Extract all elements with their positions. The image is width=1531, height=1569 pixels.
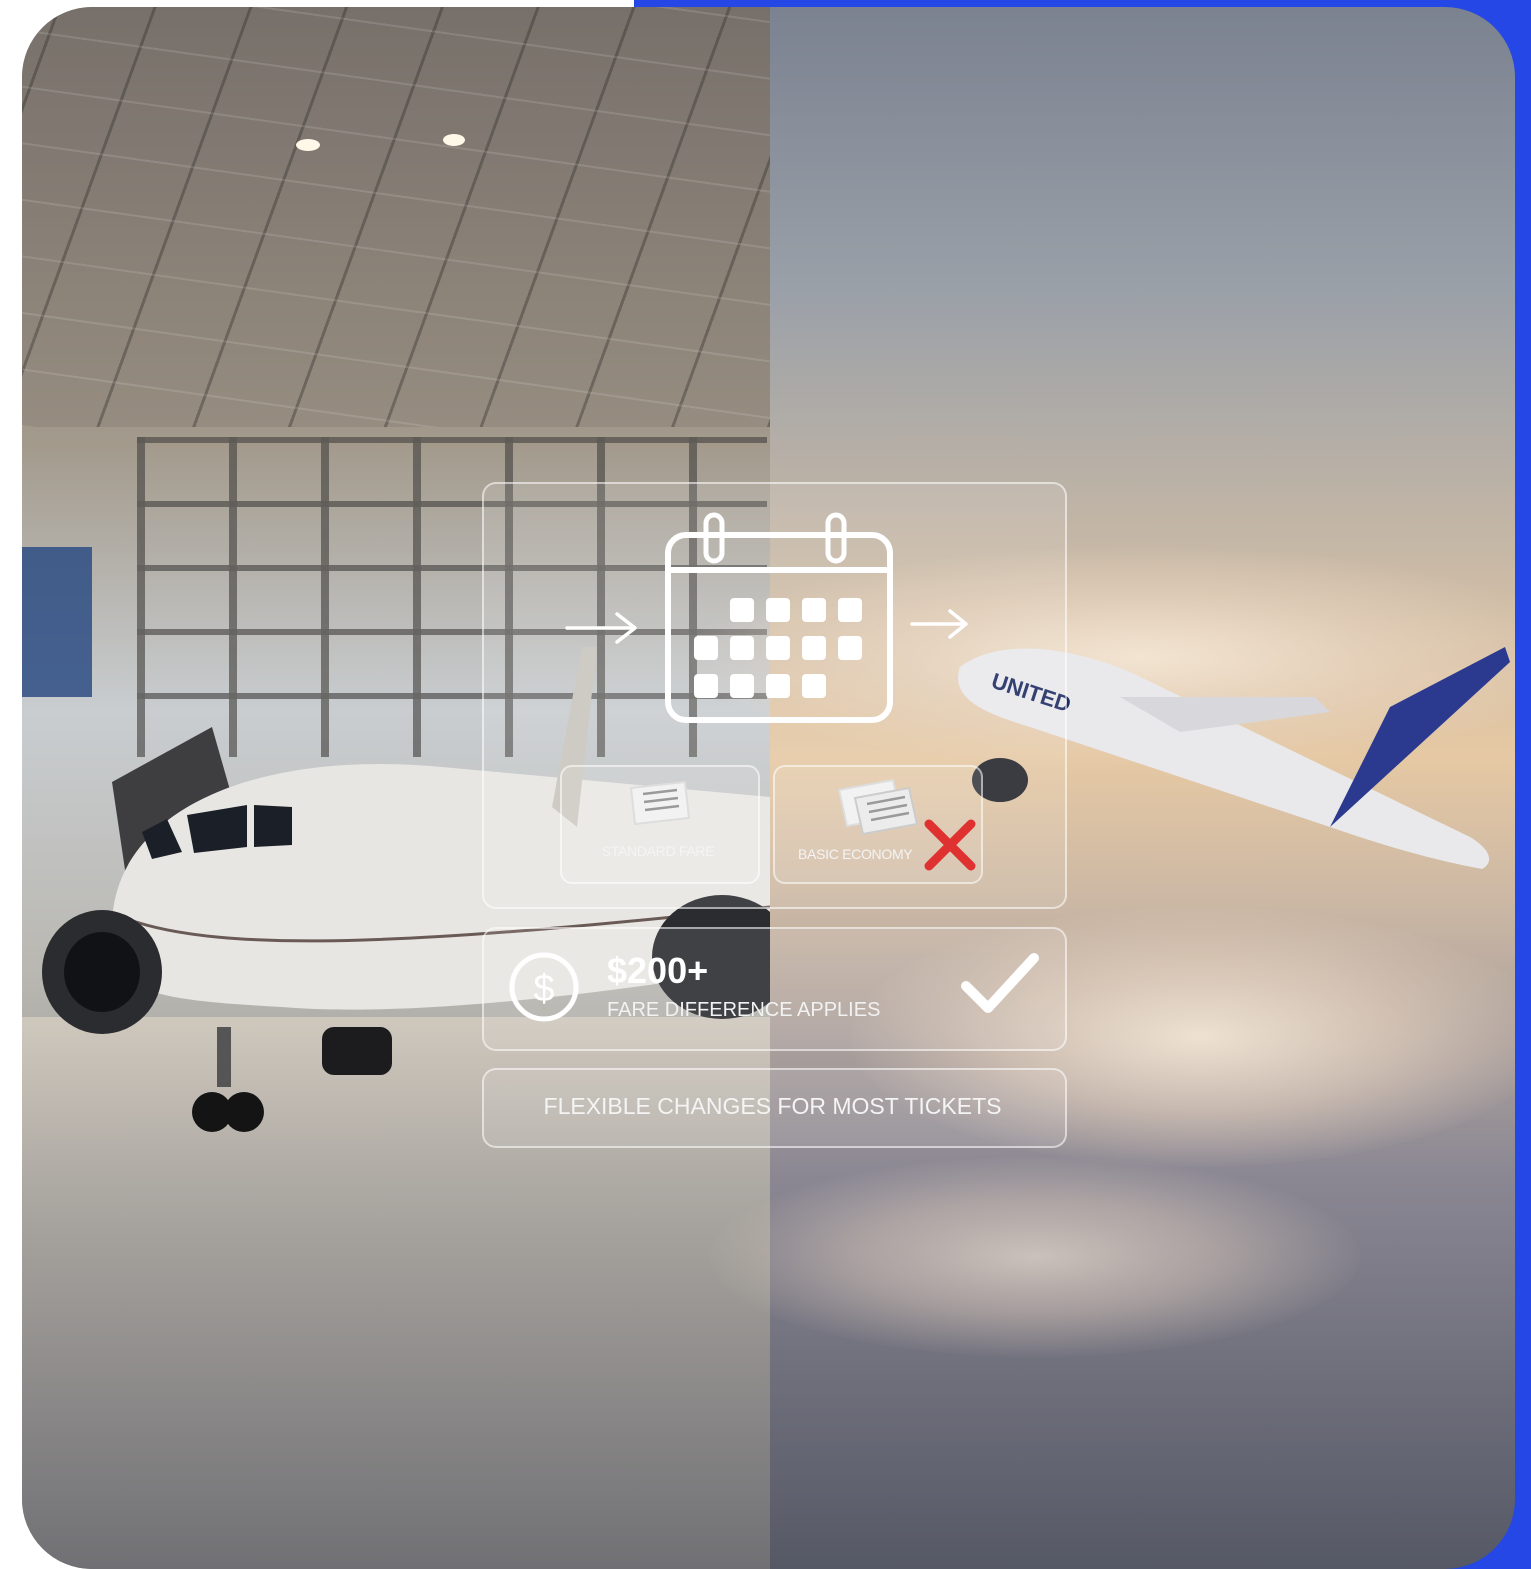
ticket-icon <box>837 778 919 836</box>
x-mark-icon <box>924 819 976 871</box>
basic-economy-label: BASIC ECONOMY <box>798 846 913 862</box>
ticket-icon <box>629 780 691 826</box>
standard-fare-label: STANDARD FARE <box>601 843 715 859</box>
svg-text:$: $ <box>533 968 554 1010</box>
calendar-icon <box>665 512 893 723</box>
flexible-changes-label: FLEXIBLE CHANGES FOR MOST TICKETS <box>543 1093 1002 1119</box>
fare-difference-label: FARE DIFFERENCE APPLIES <box>607 999 881 1021</box>
fare-amount: $200+ <box>607 950 709 991</box>
checkmark-icon <box>961 953 1039 1013</box>
arrow-right-icon <box>910 609 968 639</box>
dollar-circle-icon: $ <box>509 952 579 1022</box>
